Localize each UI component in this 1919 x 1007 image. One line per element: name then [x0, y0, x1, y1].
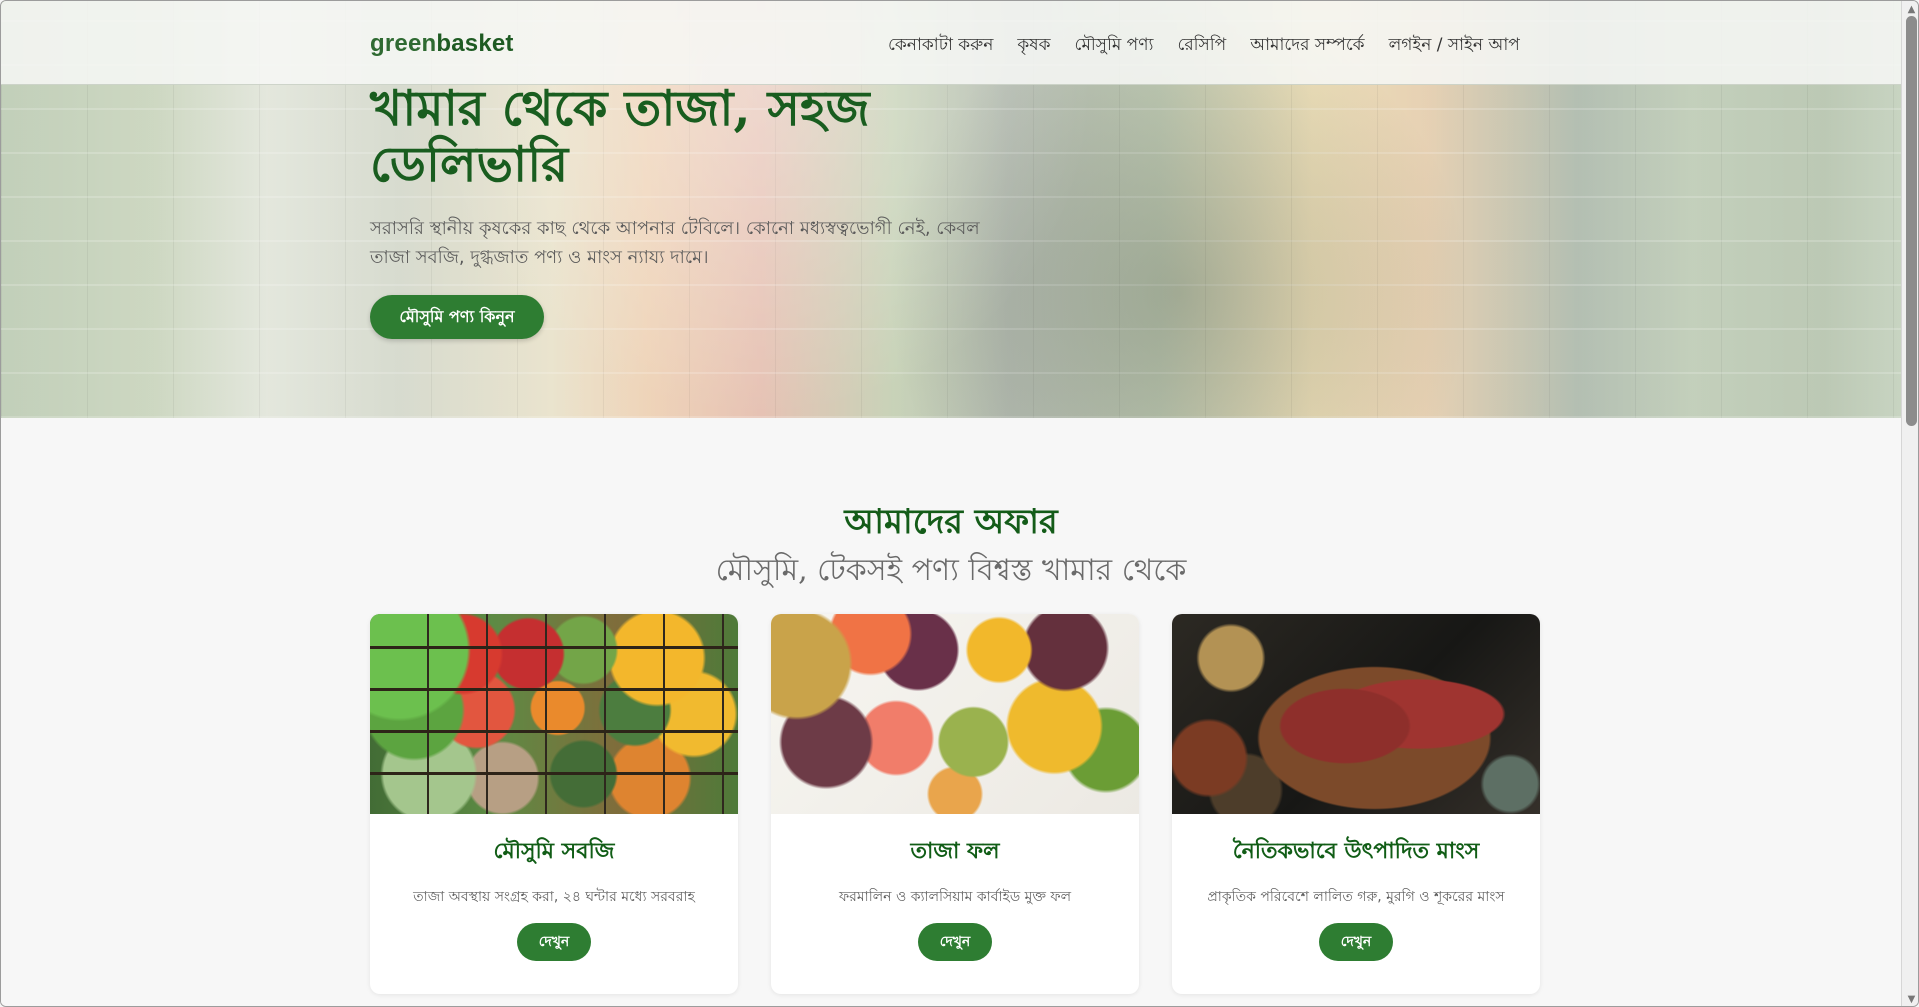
offers-subtitle: মৌসুমি, টেকসই পণ্য বিশ্বস্ত খামার থেকে: [715, 553, 1187, 588]
nav-recipes[interactable]: রেসিপি: [1177, 32, 1226, 60]
seasonal-products-button[interactable]: মৌসুমি পণ্য কিনুন: [370, 295, 544, 339]
meat-card-description: প্রাকৃতিক পরিবেশে লালিত গরু, মুরগি ও শূক…: [1207, 889, 1505, 905]
logo-prefix: green: [370, 30, 437, 57]
scrollbar-thumb[interactable]: [1906, 16, 1917, 426]
vegetables-card-body: মৌসুমি সবজি তাজা অবস্থায় সংগ্রহ করা, ২৪…: [370, 814, 738, 961]
top-navbar: greenbasket কেনাকাটা করুন কৃষক মৌসুমি পণ…: [1, 1, 1901, 85]
fruits-image: [771, 614, 1139, 814]
nav-farmers[interactable]: কৃষক: [1017, 32, 1050, 60]
vertical-scrollbar[interactable]: ▲ ▼: [1901, 1, 1918, 1006]
nav-shop[interactable]: কেনাকাটা করুন: [888, 32, 993, 60]
vegetables-view-button[interactable]: দেখুন: [517, 923, 591, 961]
nav-login-signup[interactable]: লগইন / সাইন আপ: [1389, 32, 1520, 60]
hero-banner: greenbasket কেনাকাটা করুন কৃষক মৌসুমি পণ…: [1, 1, 1901, 418]
browser-window: greenbasket কেনাকাটা করুন কৃষক মৌসুমি পণ…: [0, 0, 1919, 1007]
hero-subtitle: সরাসরি স্থানীয় কৃষকের কাছ থেকে আপনার টে…: [370, 218, 980, 268]
meat-card-body: নৈতিকভাবে উৎপাদিত মাংস প্রাকৃতিক পরিবেশে…: [1172, 814, 1540, 961]
greenbasket-logo[interactable]: greenbasket: [370, 30, 514, 58]
main-navigation: কেনাকাটা করুন কৃষক মৌসুমি পণ্য রেসিপি আম…: [888, 32, 1520, 60]
offers-section: আমাদের অফার মৌসুমি, টেকসই পণ্য বিশ্বস্ত …: [1, 418, 1901, 1006]
nav-about[interactable]: আমাদের সম্পর্কে: [1250, 32, 1364, 60]
meat-view-button[interactable]: দেখুন: [1319, 923, 1393, 961]
nav-seasonal-products[interactable]: মৌসুমি পণ্য: [1075, 32, 1154, 60]
fruits-card-description: ফরমালিন ও ক্যালসিয়াম কার্বাইড মুক্ত ফল: [838, 889, 1072, 905]
meat-card-title: নৈতিকভাবে উৎপাদিত মাংস: [1232, 838, 1480, 864]
scroll-up-arrow-icon[interactable]: ▲: [1906, 4, 1917, 15]
vegetables-card-description: তাজা অবস্থায় সংগ্রহ করা, ২৪ ঘন্টার মধ্য…: [413, 889, 695, 905]
offer-cards: মৌসুমি সবজি তাজা অবস্থায় সংগ্রহ করা, ২৪…: [370, 614, 1540, 994]
hero-title: খামার থেকে তাজা, সহজ ডেলিভারি: [370, 79, 870, 193]
meat-card: নৈতিকভাবে উৎপাদিত মাংস প্রাকৃতিক পরিবেশে…: [1172, 614, 1540, 994]
offers-title: আমাদের অফার: [844, 502, 1058, 542]
fruits-card-title: তাজা ফল: [910, 838, 1000, 864]
vegetables-card-title: মৌসুমি সবজি: [493, 838, 615, 864]
hero-content: খামার থেকে তাজা, সহজ ডেলিভারি সরাসরি স্থ…: [370, 80, 1030, 339]
scroll-down-arrow-icon[interactable]: ▼: [1906, 994, 1917, 1005]
fruits-card: তাজা ফল ফরমালিন ও ক্যালসিয়াম কার্বাইড ম…: [771, 614, 1139, 994]
meat-image: [1172, 614, 1540, 814]
fruits-view-button[interactable]: দেখুন: [918, 923, 992, 961]
vegetables-card: মৌসুমি সবজি তাজা অবস্থায় সংগ্রহ করা, ২৪…: [370, 614, 738, 994]
vegetables-image: [370, 614, 738, 814]
fruits-card-body: তাজা ফল ফরমালিন ও ক্যালসিয়াম কার্বাইড ম…: [771, 814, 1139, 961]
logo-suffix: basket: [436, 30, 514, 57]
